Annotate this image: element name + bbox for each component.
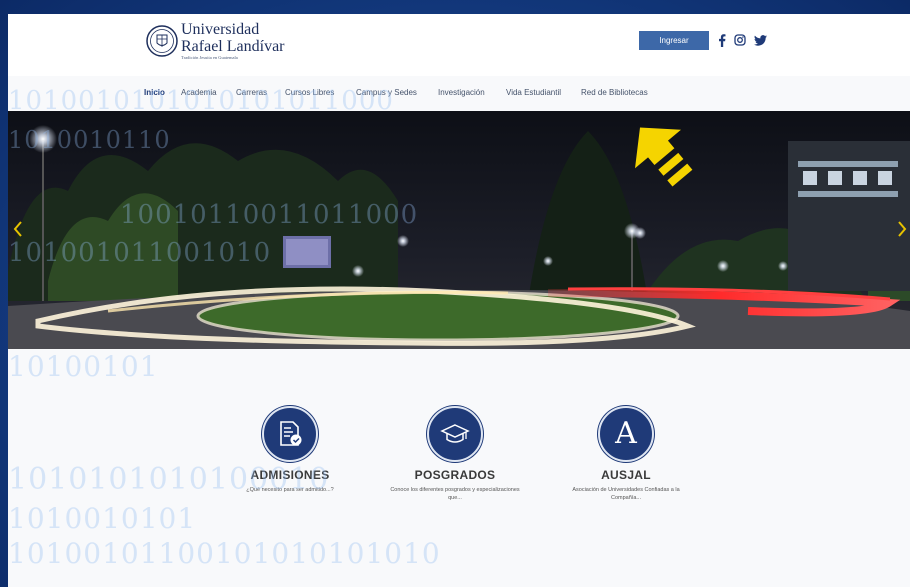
hero-image	[8, 111, 910, 349]
card-title: ADMISIONES	[250, 468, 330, 482]
card-title: POSGRADOS	[414, 468, 496, 482]
login-button[interactable]: Ingresar	[639, 31, 709, 50]
nav-item-carreras[interactable]: Carreras	[236, 88, 267, 97]
slider-prev-icon[interactable]	[12, 219, 24, 239]
university-seal-icon	[146, 25, 178, 57]
logo-tagline: Tradición Jesuita en Guatemala	[181, 55, 238, 60]
card-description: ¿Qué necesito para ser admitido...?	[246, 487, 334, 493]
university-logo[interactable]: Universidad Rafael Landívar Tradición Je…	[146, 22, 285, 72]
document-check-icon[interactable]	[262, 406, 318, 462]
site-header: Universidad Rafael Landívar Tradición Je…	[8, 14, 910, 76]
logo-line-1: Universidad	[181, 21, 260, 38]
logo-line-2: Rafael Landívar	[181, 38, 285, 55]
nav-item-vida-estudiantil[interactable]: Vida Estudiantil	[506, 88, 561, 97]
card-description: Conoce los diferentes posgrados y especi…	[390, 487, 520, 501]
letter-a-icon[interactable]: A	[598, 406, 654, 462]
card-title: AUSJAL	[601, 468, 651, 482]
nav-item-academia[interactable]: Academia	[181, 88, 217, 97]
hero-slider[interactable]	[8, 111, 910, 349]
card-ausjal[interactable]: A AUSJAL Asociación de Universidades Con…	[541, 406, 711, 502]
slider-next-icon[interactable]	[896, 219, 908, 239]
main-nav: Inicio Academia Carreras Cursos Libres C…	[8, 80, 910, 106]
nav-item-red-de-bibliotecas[interactable]: Red de Bibliotecas	[581, 88, 648, 97]
nav-item-cursos-libres[interactable]: Cursos Libres	[285, 88, 334, 97]
card-description: Asociación de Universidades Confiadas a …	[572, 487, 680, 501]
card-posgrados[interactable]: POSGRADOS Conoce los diferentes posgrado…	[370, 406, 540, 502]
nav-item-investigacion[interactable]: Investigación	[438, 88, 485, 97]
facebook-icon[interactable]	[715, 31, 729, 49]
website-page: Universidad Rafael Landívar Tradición Je…	[8, 14, 910, 587]
instagram-icon[interactable]	[733, 31, 747, 49]
nav-item-inicio[interactable]: Inicio	[144, 88, 165, 97]
graduation-cap-icon[interactable]	[427, 406, 483, 462]
card-admisiones[interactable]: ADMISIONES ¿Qué necesito para ser admiti…	[205, 406, 375, 494]
nav-item-campus-y-sedes[interactable]: Campus y Sedes	[356, 88, 417, 97]
twitter-icon[interactable]	[753, 31, 767, 49]
